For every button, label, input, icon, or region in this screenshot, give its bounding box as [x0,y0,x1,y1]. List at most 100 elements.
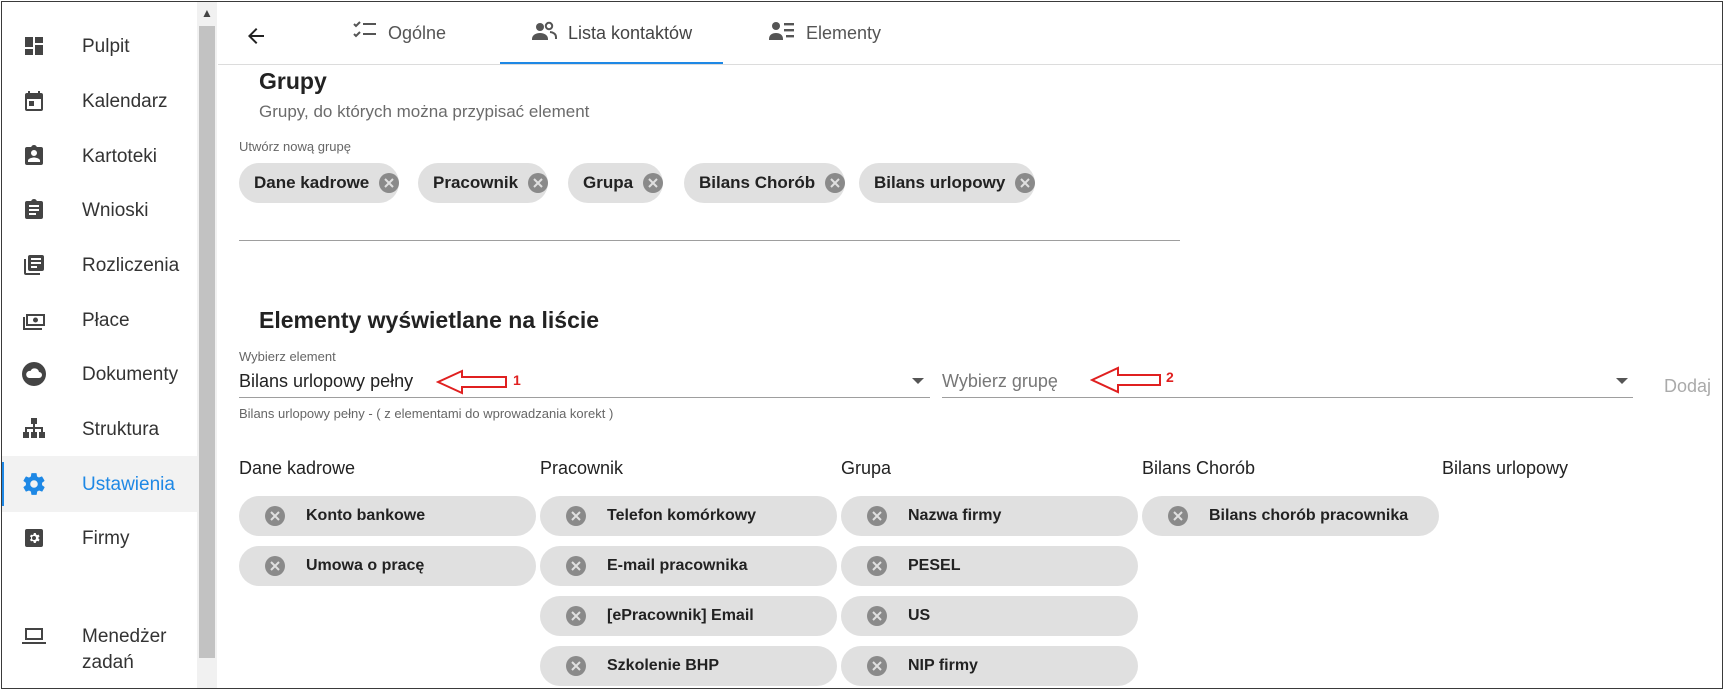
tab-label: Ogólne [388,23,447,43]
annotation-arrow-icon [436,369,507,395]
tab-elementy[interactable]: Elementy [768,2,881,65]
badge-icon [20,142,48,170]
chip-label: NIP firmy [908,657,978,674]
add-button[interactable]: Dodaj [1664,376,1711,397]
element-chip: [ePracownik] Email [540,596,837,636]
remove-chip-icon[interactable] [379,173,400,193]
library-books-icon [20,251,48,279]
sidebar-item-label: Pulpit [82,35,130,57]
create-group-input[interactable] [239,240,1180,241]
sidebar-item-label: Rozliczenia [82,254,180,276]
sidebar-item-dokumenty[interactable]: Dokumenty [2,346,197,402]
select-element-value[interactable]: Bilans urlopowy pełny [239,371,413,392]
column-header: Bilans Chorób [1142,458,1256,478]
remove-chip-icon[interactable] [265,506,285,526]
chip-label: Bilans Chorób [699,173,816,192]
group-chip: Dane kadrowe [239,163,400,203]
sidebar-item-label: Kartoteki [82,145,157,167]
element-chip: NIP firmy [841,646,1138,686]
element-chip: Konto bankowe [239,496,536,536]
sidebar-item-place[interactable]: Płace [2,292,197,348]
sidebar-item-struktura[interactable]: Struktura [2,401,197,457]
group-chip: Grupa [568,163,664,203]
chevron-down-icon[interactable] [1616,378,1628,384]
chip-label: Telefon komórkowy [607,507,757,524]
remove-chip-icon[interactable] [1168,506,1188,526]
calendar-icon [20,87,48,115]
group-chip: Bilans Chorób [684,163,846,203]
select-element-field[interactable] [239,397,930,398]
remove-chip-icon[interactable] [566,556,586,576]
contact-list-icon [768,20,796,47]
hierarchy-icon [20,415,48,443]
groups-title: Grupy [259,68,327,94]
dashboard-icon [20,32,48,60]
element-chip: Bilans chorób pracownika [1142,496,1439,536]
sidebar-item-kalendarz[interactable]: Kalendarz [2,73,197,129]
scroll-up-icon[interactable]: ▲ [197,2,217,24]
remove-chip-icon[interactable] [867,606,887,626]
remove-chip-icon[interactable] [643,173,664,193]
element-chip: Szkolenie BHP [540,646,837,686]
remove-chip-icon[interactable] [566,656,586,676]
remove-chip-icon[interactable] [867,506,887,526]
tab-ogolne[interactable]: Ogólne [352,2,446,65]
chip-label: Dane kadrowe [254,173,370,192]
select-group-underline [942,397,1633,398]
scroll-thumb[interactable] [199,26,215,658]
element-chip: US [841,596,1138,636]
sidebar-item-firmy[interactable]: Firmy [2,510,197,566]
chip-label: Bilans urlopowy [874,173,1006,192]
sidebar-item-label: zadań [82,652,134,673]
annotation-arrow-icon [1090,366,1161,394]
chip-label: E-mail pracownika [607,557,748,574]
sidebar-item-menedzer-zadan[interactable]: Menedżer zadań [2,620,197,680]
remove-chip-icon[interactable] [566,506,586,526]
element-chip: E-mail pracownika [540,546,837,586]
chip-label: Grupa [583,173,634,192]
sidebar-item-ustawienia[interactable]: Ustawienia [2,456,197,512]
remove-chip-icon[interactable] [528,173,549,193]
chevron-down-icon[interactable] [912,378,924,384]
back-button[interactable] [242,22,270,50]
sidebar-item-label: Dokumenty [82,363,179,385]
sidebar: Pulpit Kalendarz Kartoteki Wnioski Rozli… [2,2,197,688]
column-header: Bilans urlopowy [1442,458,1569,478]
clipboard-icon [20,196,48,224]
sidebar-item-kartoteki[interactable]: Kartoteki [2,128,197,184]
remove-chip-icon[interactable] [825,173,846,193]
contacts-icon [530,20,558,47]
element-hint: Bilans urlopowy pełny - ( z elementami d… [239,406,614,421]
select-element-label: Wybierz element [239,349,336,364]
group-chip: Bilans urlopowy [859,163,1036,203]
select-group-field[interactable]: Wybierz grupę [942,371,1058,392]
chip-label: [ePracownik] Email [607,607,754,624]
column-header: Grupa [841,458,892,478]
sidebar-item-rozliczenia[interactable]: Rozliczenia [2,237,197,293]
sidebar-item-label: Firmy [82,527,130,549]
element-chip: PESEL [841,546,1138,586]
chip-label: Pracownik [433,173,519,192]
sidebar-item-label: Struktura [82,418,160,440]
tab-label: Lista kontaktów [568,23,693,43]
tab-bar: Ogólne Lista kontaktów Elementy [218,2,1722,65]
sidebar-scrollbar[interactable]: ▲ [197,2,217,688]
remove-chip-icon[interactable] [1015,173,1036,193]
group-chip: Pracownik [418,163,549,203]
sidebar-item-label: Wnioski [82,199,149,221]
remove-chip-icon[interactable] [867,556,887,576]
sidebar-item-wnioski[interactable]: Wnioski [2,182,197,238]
remove-chip-icon[interactable] [265,556,285,576]
active-tab-indicator [500,62,723,64]
element-chip: Nazwa firmy [841,496,1138,536]
create-group-label: Utwórz nową grupę [239,139,351,154]
remove-chip-icon[interactable] [566,606,586,626]
chip-label: PESEL [908,557,961,574]
sidebar-item-label: Płace [82,309,130,331]
remove-chip-icon[interactable] [867,656,887,676]
element-chip: Umowa o pracę [239,546,536,586]
tab-label: Elementy [806,23,882,43]
tab-lista-kontaktow[interactable]: Lista kontaktów [530,2,692,65]
sidebar-item-pulpit[interactable]: Pulpit [2,18,197,74]
sidebar-item-label: Menedżer [82,626,167,647]
